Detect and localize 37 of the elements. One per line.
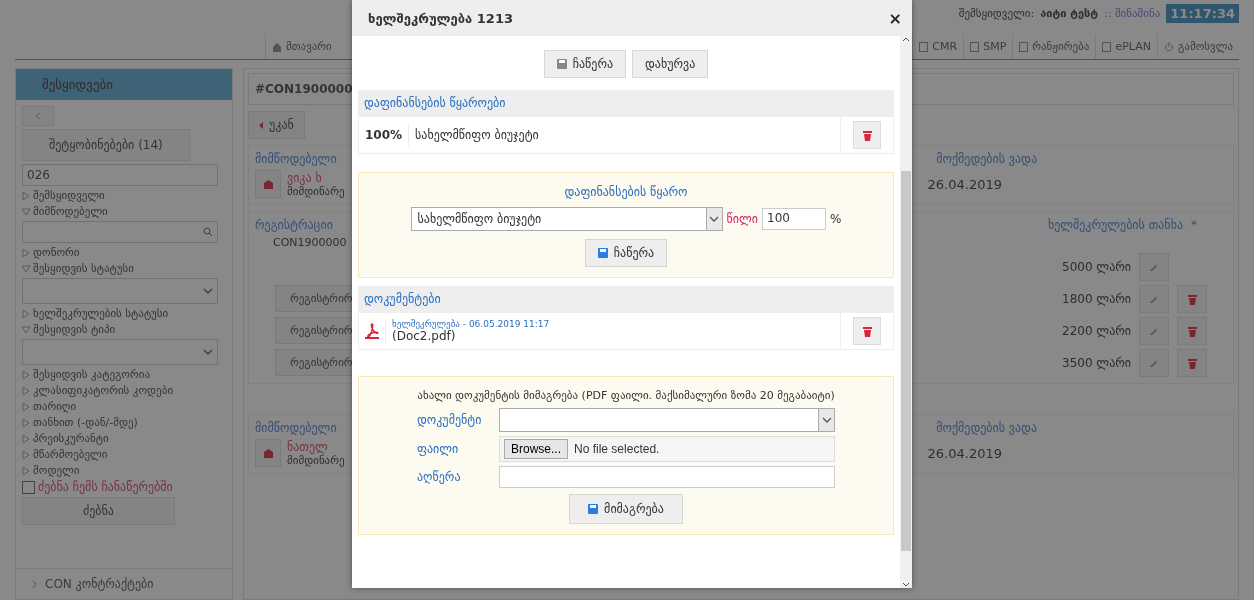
clock: 11:17:34 <box>1166 4 1239 23</box>
registration-label: რეგისტრაციი <box>255 218 333 232</box>
supplier-name: ვიკა ხ <box>287 170 322 185</box>
required-mark: * <box>1191 218 1197 232</box>
amount-label: ხელშეკრულების თანხა <box>1047 218 1183 232</box>
registration-number: CON1900000 <box>272 236 348 249</box>
amount: 1800 ლარი <box>1062 292 1131 306</box>
supplier-status: მიმდინარე <box>287 453 345 467</box>
modal-title: ხელშეკრულება 1213 <box>368 10 513 26</box>
document-label: დოკუმენტი <box>417 413 483 427</box>
user-name: აიტი ტესტ <box>1040 7 1098 20</box>
form-title: დაფინანსების წყარო <box>564 185 688 199</box>
form-title: ახალი დოკუმენტის მიმაგრება (PDF ფაილი. მაქსიმალური ზომა 20 მეგაბაიტი) <box>417 389 835 402</box>
supplier-name: ნათელ <box>287 439 328 454</box>
term-label: მოქმედების ვადა <box>936 152 1037 166</box>
funding-share: 100% <box>365 128 403 142</box>
file-label: ფაილი <box>417 442 460 456</box>
amount: 5000 ლარი <box>1062 260 1131 274</box>
percent-sign: % <box>830 212 842 226</box>
checkbox-label: ძებნა ჩემს ჩანაწერებში <box>38 480 173 494</box>
amount: 2200 ლარი <box>1062 324 1131 338</box>
file-status: No file selected. <box>574 442 660 456</box>
supplier-label: მიმწოდებელი <box>255 152 337 166</box>
file-name: (Doc2.pdf) <box>392 329 456 343</box>
user-label: შემსყიდველი: <box>958 7 1035 20</box>
funding-source: სახელმწიფო ბიუჯეტი <box>415 128 540 142</box>
supplier-status: მიმდინარე <box>287 184 345 198</box>
term-label: მოქმედების ვადა <box>936 421 1037 435</box>
organization-name: :: შინაშინა <box>1103 7 1161 20</box>
section-header: დოკუმენტები <box>358 286 894 312</box>
term-date: 26.04.2019 <box>927 445 1002 461</box>
section-header: დაფინანსების წყაროები <box>358 90 894 116</box>
amount: 3500 ლარი <box>1062 356 1131 370</box>
description-label: აღწერა <box>417 470 462 484</box>
term-date: 26.04.2019 <box>927 176 1002 192</box>
share-label: წილი <box>726 212 758 226</box>
supplier-label: მიმწოდებელი <box>255 421 337 435</box>
